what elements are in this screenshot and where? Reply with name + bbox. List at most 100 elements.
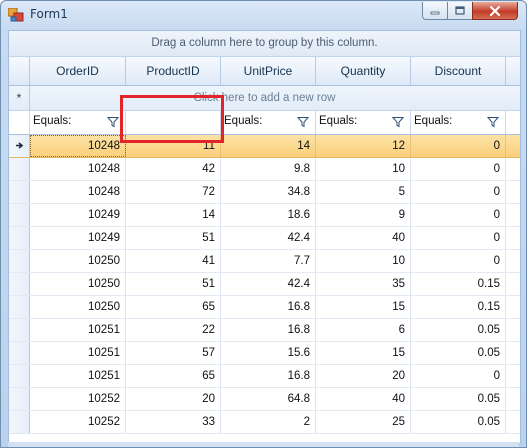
cell-discount[interactable]: 0: [411, 227, 506, 249]
cell-productid[interactable]: 65: [126, 365, 221, 387]
cell-productid[interactable]: 51: [126, 227, 221, 249]
cell-quantity[interactable]: 10: [316, 158, 411, 180]
row-indicator[interactable]: [9, 250, 30, 272]
table-row[interactable]: 10251 65 16.8 20 0: [9, 365, 520, 388]
row-indicator[interactable]: [9, 181, 30, 203]
cell-unitprice[interactable]: 42.4: [221, 227, 316, 249]
cell-unitprice[interactable]: 16.8: [221, 296, 316, 318]
cell-productid[interactable]: 41: [126, 250, 221, 272]
cell-discount[interactable]: 0: [411, 135, 506, 157]
cell-orderid[interactable]: 10248: [30, 181, 126, 203]
table-row[interactable]: 10250 65 16.8 15 0.15: [9, 296, 520, 319]
maximize-button[interactable]: [447, 2, 473, 20]
column-header-unitprice[interactable]: UnitPrice: [221, 57, 316, 85]
filter-cell-orderid[interactable]: Equals:: [30, 111, 126, 134]
cell-discount[interactable]: 0: [411, 365, 506, 387]
cell-quantity[interactable]: 10: [316, 250, 411, 272]
table-row[interactable]: 10252 20 64.8 40 0.05: [9, 388, 520, 411]
column-header-discount[interactable]: Discount: [411, 57, 506, 85]
row-indicator[interactable]: [9, 365, 30, 387]
table-row[interactable]: 10248 72 34.8 5 0: [9, 181, 520, 204]
filter-cell-discount[interactable]: Equals:: [411, 111, 506, 134]
minimize-button[interactable]: [422, 2, 448, 20]
funnel-icon[interactable]: [107, 116, 119, 128]
cell-productid[interactable]: 42: [126, 158, 221, 180]
new-row[interactable]: Click here to add a new row *: [9, 86, 520, 111]
data-grid[interactable]: Drag a column here to group by this colu…: [8, 30, 521, 444]
column-header-productid[interactable]: ProductID: [126, 57, 221, 85]
cell-unitprice[interactable]: 34.8: [221, 181, 316, 203]
cell-discount[interactable]: 0.05: [411, 342, 506, 364]
cell-unitprice[interactable]: 64.8: [221, 388, 316, 410]
cell-discount[interactable]: 0.05: [411, 411, 506, 433]
cell-productid[interactable]: 20: [126, 388, 221, 410]
title-bar[interactable]: Form1: [1, 1, 526, 29]
row-indicator[interactable]: [9, 319, 30, 341]
row-indicator[interactable]: [9, 342, 30, 364]
table-row[interactable]: 10248 11 14 12 0: [9, 135, 520, 158]
table-row[interactable]: 10248 42 9.8 10 0: [9, 158, 520, 181]
cell-unitprice[interactable]: 14: [221, 135, 316, 157]
row-indicator[interactable]: [9, 411, 30, 433]
row-indicator[interactable]: [9, 273, 30, 295]
cell-quantity[interactable]: 15: [316, 342, 411, 364]
table-row[interactable]: 10251 22 16.8 6 0.05: [9, 319, 520, 342]
cell-unitprice[interactable]: 2: [221, 411, 316, 433]
row-indicator[interactable]: [9, 135, 30, 157]
horizontal-scrollbar[interactable]: [8, 442, 519, 447]
group-panel[interactable]: Drag a column here to group by this colu…: [9, 31, 520, 57]
cell-quantity[interactable]: 15: [316, 296, 411, 318]
cell-unitprice[interactable]: 16.8: [221, 319, 316, 341]
table-row[interactable]: 10251 57 15.6 15 0.05: [9, 342, 520, 365]
cell-quantity[interactable]: 35: [316, 273, 411, 295]
table-row[interactable]: 10250 51 42.4 35 0.15: [9, 273, 520, 296]
cell-orderid[interactable]: 10249: [30, 227, 126, 249]
cell-orderid[interactable]: 10250: [30, 296, 126, 318]
table-row[interactable]: 10249 14 18.6 9 0: [9, 204, 520, 227]
column-header-orderid[interactable]: OrderID: [30, 57, 126, 85]
cell-unitprice[interactable]: 18.6: [221, 204, 316, 226]
row-indicator[interactable]: [9, 296, 30, 318]
cell-productid[interactable]: 72: [126, 181, 221, 203]
row-indicator[interactable]: [9, 158, 30, 180]
cell-orderid[interactable]: 10248: [30, 158, 126, 180]
cell-discount[interactable]: 0.15: [411, 273, 506, 295]
cell-unitprice[interactable]: 9.8: [221, 158, 316, 180]
close-button[interactable]: [472, 2, 518, 20]
cell-orderid[interactable]: 10251: [30, 319, 126, 341]
row-indicator[interactable]: [9, 388, 30, 410]
cell-orderid[interactable]: 10250: [30, 273, 126, 295]
funnel-icon[interactable]: [297, 116, 309, 128]
funnel-icon[interactable]: [487, 116, 499, 128]
cell-orderid[interactable]: 10252: [30, 411, 126, 433]
cell-unitprice[interactable]: 42.4: [221, 273, 316, 295]
cell-productid[interactable]: 33: [126, 411, 221, 433]
table-row[interactable]: 10249 51 42.4 40 0: [9, 227, 520, 250]
filter-cell-quantity[interactable]: Equals:: [316, 111, 411, 134]
cell-productid[interactable]: 14: [126, 204, 221, 226]
cell-productid[interactable]: 22: [126, 319, 221, 341]
cell-productid[interactable]: 65: [126, 296, 221, 318]
row-indicator[interactable]: [9, 204, 30, 226]
cell-quantity[interactable]: 9: [316, 204, 411, 226]
cell-quantity[interactable]: 20: [316, 365, 411, 387]
cell-quantity[interactable]: 6: [316, 319, 411, 341]
table-row[interactable]: 10250 41 7.7 10 0: [9, 250, 520, 273]
cell-orderid[interactable]: 10249: [30, 204, 126, 226]
column-header-quantity[interactable]: Quantity: [316, 57, 411, 85]
cell-orderid[interactable]: 10251: [30, 365, 126, 387]
cell-orderid[interactable]: 10251: [30, 342, 126, 364]
cell-orderid[interactable]: 10250: [30, 250, 126, 272]
cell-quantity[interactable]: 40: [316, 388, 411, 410]
row-indicator[interactable]: [9, 227, 30, 249]
cell-discount[interactable]: 0.05: [411, 388, 506, 410]
funnel-icon[interactable]: [392, 116, 404, 128]
cell-discount[interactable]: 0: [411, 250, 506, 272]
cell-quantity[interactable]: 12: [316, 135, 411, 157]
cell-discount[interactable]: 0: [411, 204, 506, 226]
cell-discount[interactable]: 0: [411, 181, 506, 203]
cell-productid[interactable]: 51: [126, 273, 221, 295]
cell-discount[interactable]: 0: [411, 158, 506, 180]
cell-discount[interactable]: 0.15: [411, 296, 506, 318]
cell-orderid[interactable]: 10252: [30, 388, 126, 410]
